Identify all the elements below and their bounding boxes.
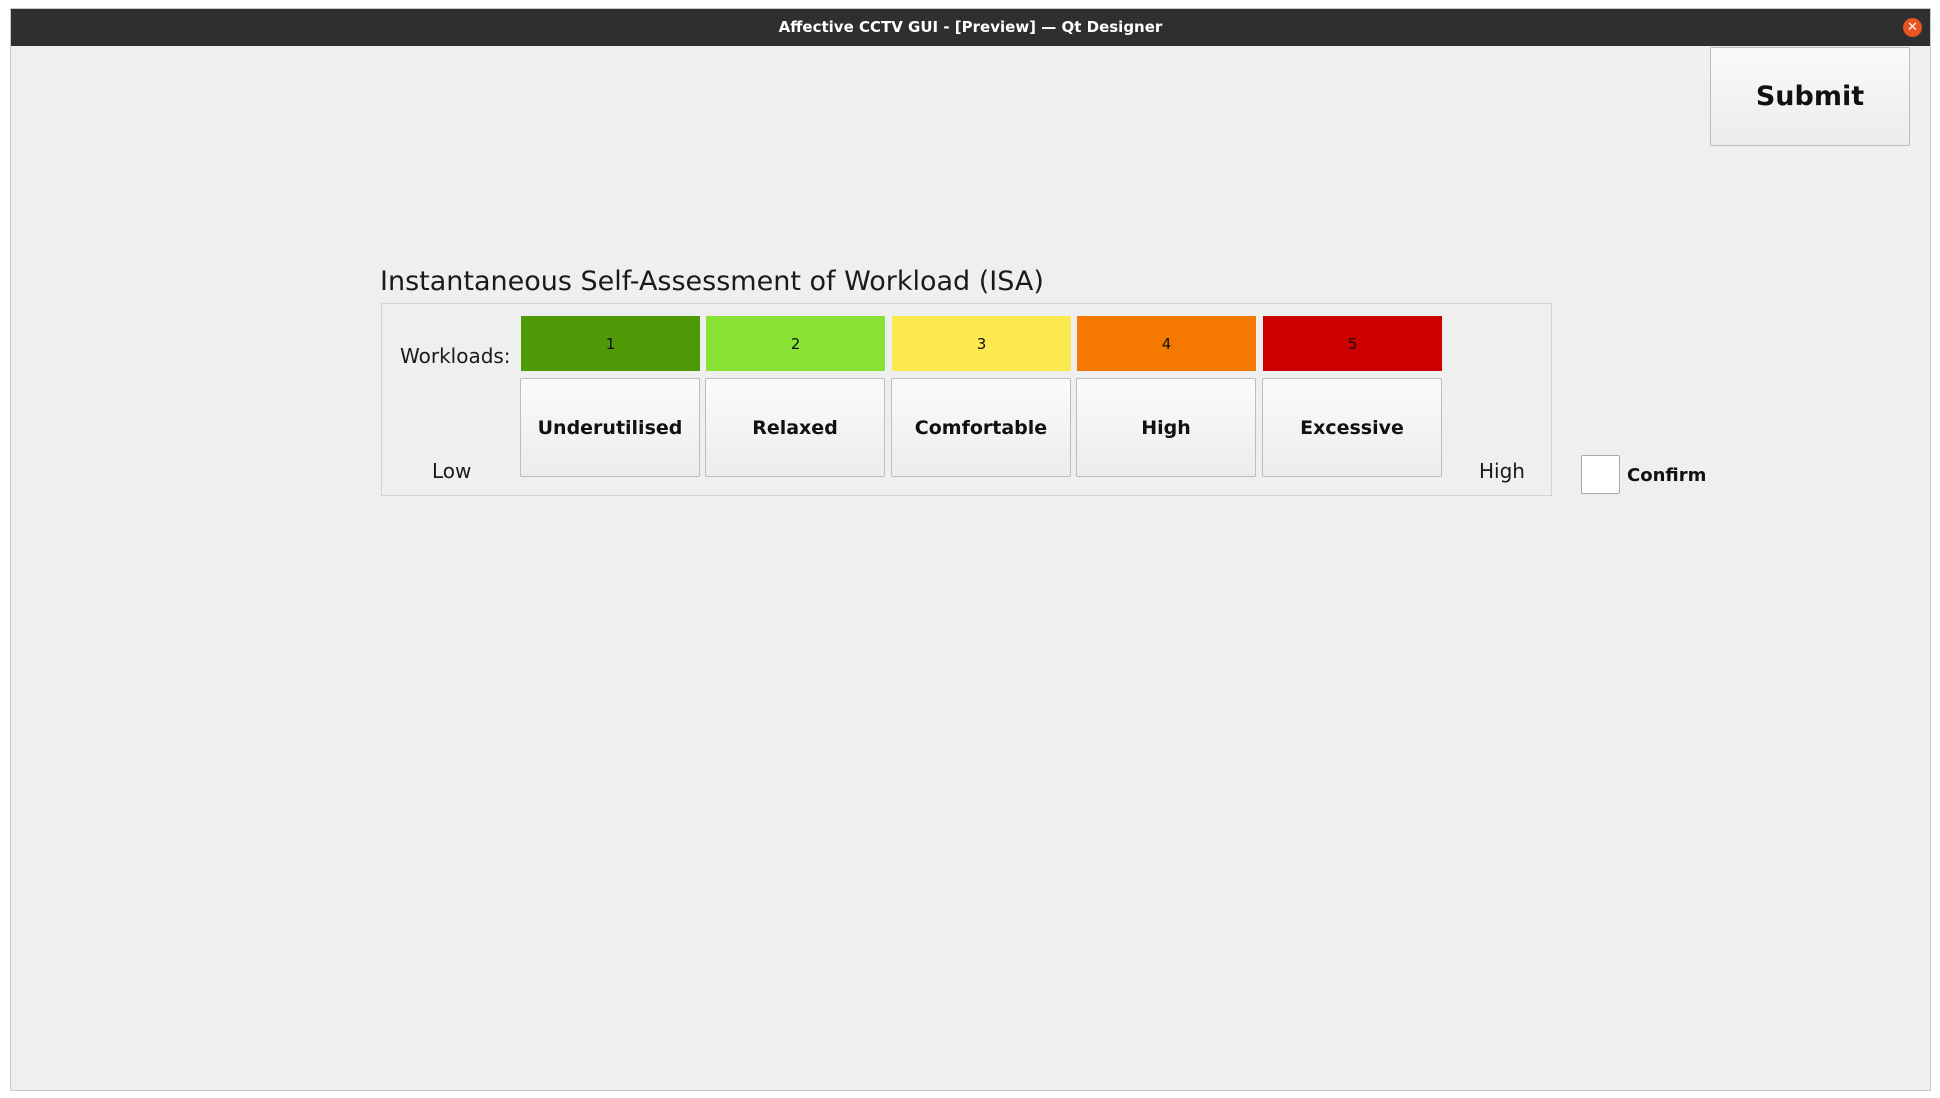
relaxed-button[interactable]: Relaxed [705, 378, 885, 477]
workload-level-5-swatch: 5 [1263, 316, 1442, 371]
workload-level-3-swatch: 3 [892, 316, 1071, 371]
workload-level-4-swatch: 4 [1077, 316, 1256, 371]
workloads-label: Workloads: [400, 344, 511, 368]
excessive-button[interactable]: Excessive [1262, 378, 1442, 477]
low-label: Low [432, 459, 472, 483]
confirm-label[interactable]: Confirm [1627, 465, 1706, 486]
comfortable-button[interactable]: Comfortable [891, 378, 1071, 477]
high-label: High [1479, 459, 1525, 483]
confirm-checkbox[interactable] [1581, 455, 1620, 494]
workload-level-2-swatch: 2 [706, 316, 885, 371]
submit-button[interactable]: Submit [1710, 47, 1910, 146]
title-bar: Affective CCTV GUI - [Preview] — Qt Desi… [11, 9, 1930, 46]
workload-level-1-swatch: 1 [521, 316, 700, 371]
high-button[interactable]: High [1076, 378, 1256, 477]
window-title: Affective CCTV GUI - [Preview] — Qt Desi… [778, 18, 1163, 36]
underutilised-button[interactable]: Underutilised [520, 378, 700, 477]
isa-title: Instantaneous Self-Assessment of Workloa… [380, 266, 1044, 297]
close-icon[interactable]: ✕ [1903, 18, 1922, 37]
app-window: Affective CCTV GUI - [Preview] — Qt Desi… [10, 8, 1931, 1091]
